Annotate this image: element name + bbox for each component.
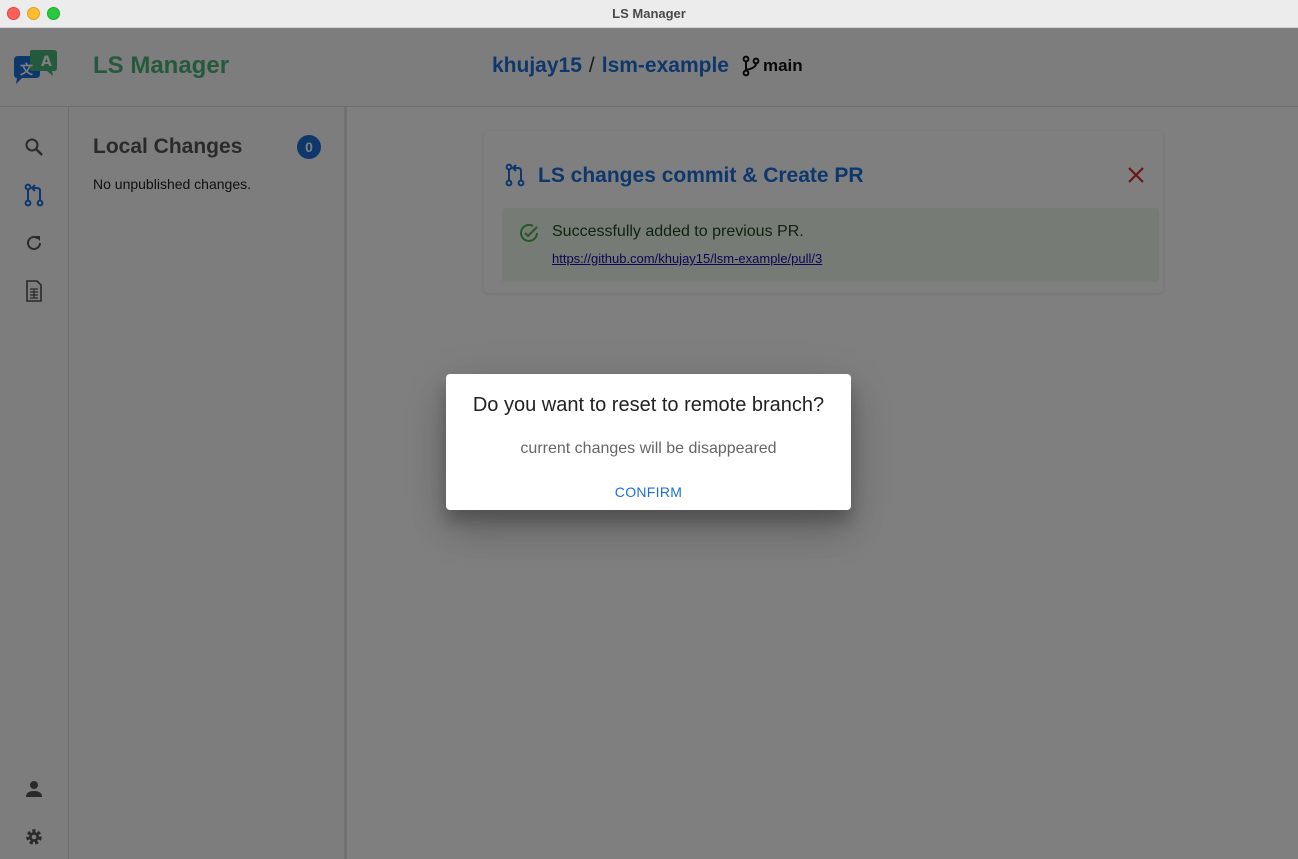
reset-confirm-dialog: Do you want to reset to remote branch? c…: [446, 374, 851, 510]
dialog-title: Do you want to reset to remote branch?: [472, 394, 825, 416]
window-title: LS Manager: [612, 6, 686, 21]
window-titlebar: LS Manager: [0, 0, 1298, 28]
confirm-button[interactable]: CONFIRM: [596, 477, 701, 507]
dialog-message: current changes will be disappeared: [520, 440, 777, 457]
